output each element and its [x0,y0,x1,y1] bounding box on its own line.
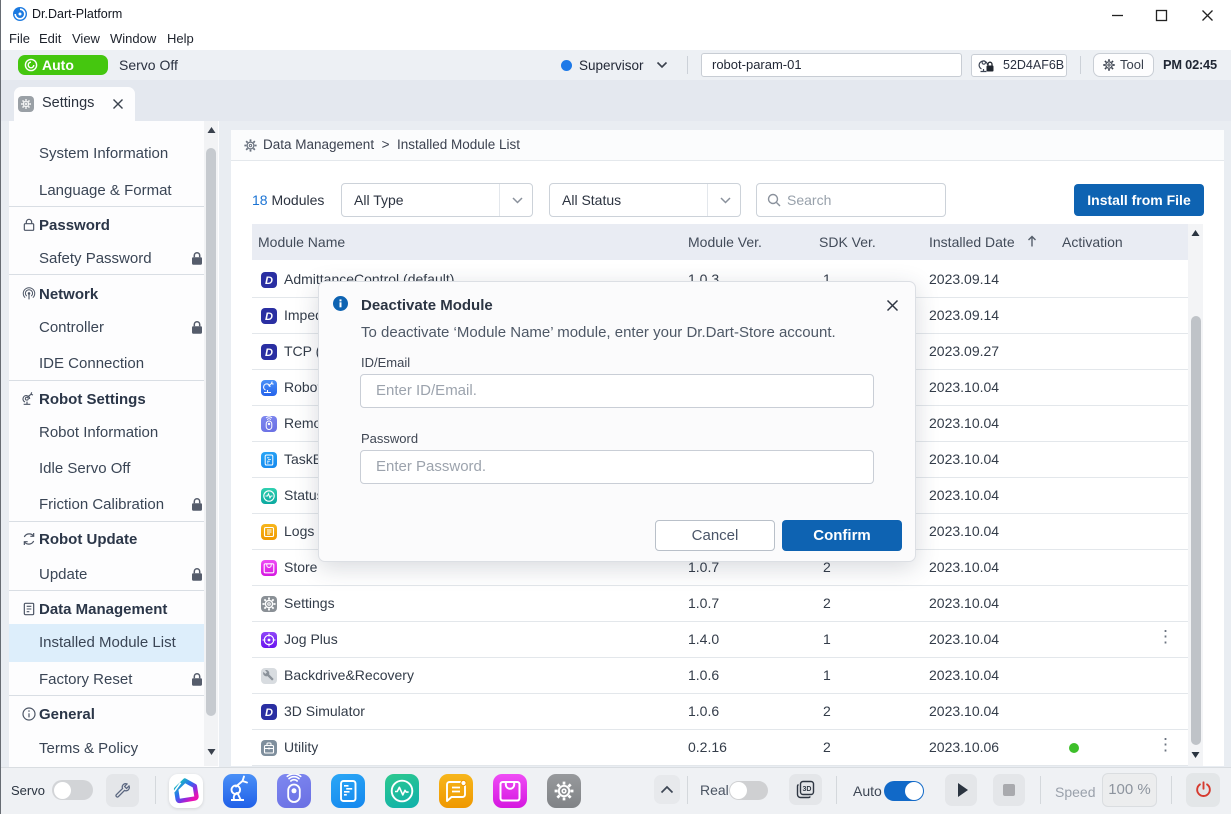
svg-text:D: D [265,707,273,719]
svg-text:3D: 3D [803,786,812,793]
svg-text:D: D [265,275,273,287]
svg-text:D: D [265,311,273,323]
svg-text:D: D [265,347,273,359]
